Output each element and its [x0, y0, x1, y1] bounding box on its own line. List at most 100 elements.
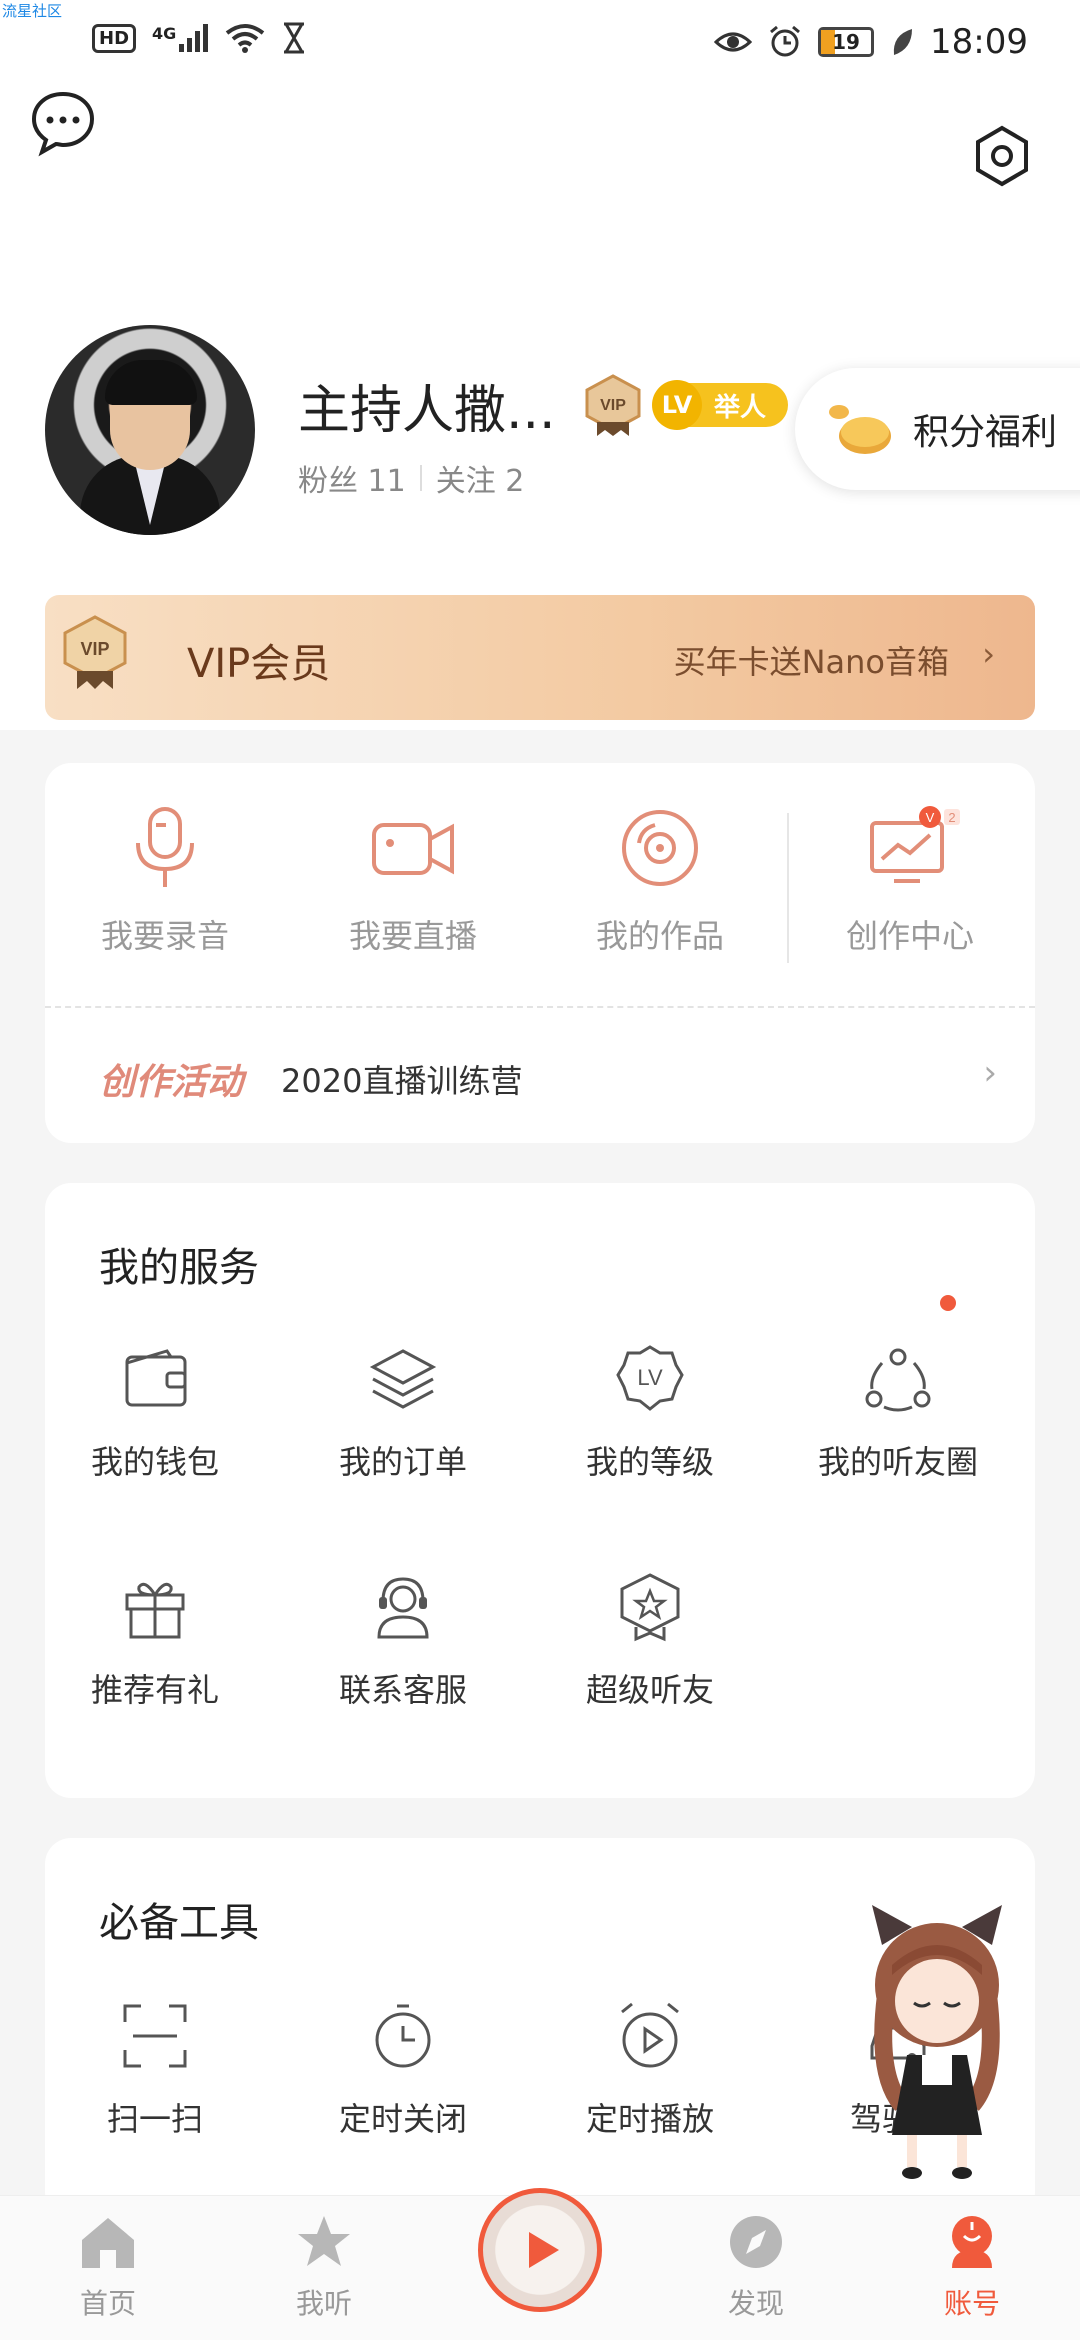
timed-play-button[interactable]: 定时播放 — [540, 2000, 760, 2140]
support-label: 联系客服 — [338, 1671, 467, 1709]
creator-center-button[interactable]: V 2 创作中心 — [810, 803, 1010, 957]
status-bar: HD 4G 19 18:09 — [0, 18, 1080, 66]
disc-icon — [622, 810, 698, 886]
level-icon: LV — [652, 380, 702, 430]
sleep-timer-label: 定时关闭 — [338, 2100, 467, 2138]
wifi-icon — [226, 24, 265, 53]
user-stats: 粉丝 11 关注 2 — [298, 456, 524, 500]
create-divider — [787, 813, 789, 963]
tab-home-label: 首页 — [79, 2287, 136, 2320]
vip-title: VIP会员 — [187, 641, 331, 687]
timed-play-label: 定时播放 — [585, 2100, 714, 2138]
stats-divider — [419, 465, 422, 491]
wallet-button[interactable]: 我的钱包 — [45, 1343, 265, 1483]
works-label: 我的作品 — [595, 917, 724, 955]
battery-level: 19 — [832, 30, 860, 54]
timer-icon — [375, 2004, 431, 2068]
services-title: 我的服务 — [99, 1245, 259, 1291]
mascot-float-button[interactable] — [862, 1905, 1012, 2185]
fans-count[interactable]: 粉丝 11 — [298, 456, 406, 500]
signal-icon: 4G — [152, 24, 209, 52]
activity-name: 2020直播训练营 — [281, 1062, 523, 1100]
level-title: 举人 — [714, 392, 767, 423]
activity-tag: 创作活动 — [99, 1062, 244, 1103]
chart-monitor-icon: V 2 — [870, 806, 960, 883]
support-button[interactable]: 联系客服 — [293, 1571, 513, 1711]
vip-banner-badge-icon: VIP — [63, 615, 127, 689]
bottom-tab-bar: 首页 我听 发现 账号 — [0, 2188, 1080, 2340]
compass-icon — [730, 2216, 782, 2268]
settings-icon[interactable] — [970, 124, 1034, 188]
tab-listen-label: 我听 — [295, 2287, 352, 2320]
sleep-timer-button[interactable]: 定时关闭 — [293, 2000, 513, 2140]
referral-button[interactable]: 推荐有礼 — [45, 1571, 265, 1711]
alarm-icon — [770, 25, 800, 57]
level-button[interactable]: LV 我的等级 — [540, 1343, 760, 1483]
tab-listen[interactable]: 我听 — [244, 2212, 404, 2322]
dashed-divider — [45, 1006, 1035, 1008]
follow-count[interactable]: 关注 2 — [436, 456, 525, 500]
hourglass-icon — [284, 22, 305, 54]
scan-label: 扫一扫 — [106, 2100, 203, 2138]
player-disc-button[interactable] — [478, 2188, 602, 2312]
create-card: 我要录音 我要直播 我的作品 V 2 创作中心 创作活动 2020直播训练营 › — [45, 763, 1035, 1143]
network-type: 4G — [152, 24, 177, 43]
tab-discover[interactable]: 发现 — [676, 2212, 836, 2322]
headset-icon — [377, 1577, 429, 1639]
referral-label: 推荐有礼 — [90, 1671, 219, 1709]
level-label: 我的等级 — [585, 1443, 714, 1481]
signal-bars-icon — [179, 24, 209, 52]
services-card: 我的服务 我的钱包 我的订单 LV 我的等级 我的听友圈 推荐有礼 联系客服 超… — [45, 1183, 1035, 1798]
status-left: HD 4G — [92, 22, 307, 54]
vip-banner[interactable]: VIP VIP会员 买年卡送Nano音箱 › — [45, 595, 1035, 720]
video-camera-icon — [372, 823, 454, 875]
leaf-icon — [893, 29, 913, 55]
creator-badge-count: 2 — [948, 810, 955, 825]
record-button[interactable]: 我要录音 — [65, 803, 265, 957]
tab-home[interactable]: 首页 — [28, 2212, 188, 2322]
status-right: 19 18:09 — [714, 22, 1028, 62]
hd-icon: HD — [92, 23, 137, 53]
works-button[interactable]: 我的作品 — [560, 803, 760, 957]
vip-banner-badge-text: VIP — [80, 639, 109, 659]
level-icon-text: LV — [637, 1365, 663, 1390]
layers-icon — [369, 1349, 437, 1409]
circle-friends-icon — [865, 1348, 931, 1412]
level-badge[interactable]: LV 举人 — [652, 380, 788, 430]
live-button[interactable]: 我要直播 — [313, 803, 513, 957]
notification-dot — [940, 1295, 956, 1311]
live-label: 我要直播 — [348, 917, 477, 955]
user-name[interactable]: 主持人撒... — [298, 368, 556, 443]
alarm-play-icon — [621, 2002, 679, 2068]
home-icon — [82, 2218, 134, 2268]
vip-badge-icon[interactable]: VIP — [583, 374, 643, 438]
tab-account[interactable]: 账号 — [892, 2212, 1052, 2322]
points-button[interactable]: 积分福利 — [795, 368, 1080, 490]
star-badge-icon — [620, 1573, 680, 1642]
scan-button[interactable]: 扫一扫 — [45, 2000, 265, 2140]
eye-icon — [714, 32, 753, 52]
coin-icon — [827, 402, 893, 456]
vip-promo: 买年卡送Nano音箱 — [673, 643, 949, 681]
clock: 18:09 — [930, 22, 1028, 62]
create-row: 我要录音 我要直播 我的作品 V 2 创作中心 — [45, 763, 1035, 1008]
super-listener-button[interactable]: 超级听友 — [540, 1571, 760, 1711]
gift-icon — [125, 1582, 185, 1639]
chevron-right-icon: › — [982, 635, 995, 673]
points-label: 积分福利 — [913, 412, 1058, 453]
vip-badge-text: VIP — [600, 397, 626, 414]
chevron-right-icon[interactable]: › — [983, 1053, 997, 1093]
wallet-label: 我的钱包 — [90, 1443, 219, 1481]
scan-icon — [123, 2004, 187, 2068]
battery-icon: 19 — [818, 27, 875, 57]
level-icon: LV — [616, 1345, 684, 1411]
tab-discover-label: 发现 — [727, 2287, 784, 2320]
friends-circle-button[interactable]: 我的听友圈 — [788, 1343, 1008, 1483]
avatar[interactable] — [45, 325, 255, 535]
orders-button[interactable]: 我的订单 — [293, 1343, 513, 1483]
message-icon[interactable] — [28, 88, 98, 158]
svg-text:V: V — [926, 810, 935, 825]
star-icon — [298, 2216, 350, 2266]
orders-label: 我的订单 — [338, 1443, 467, 1481]
activity-row[interactable]: 创作活动 2020直播训练营 — [99, 1053, 522, 1105]
